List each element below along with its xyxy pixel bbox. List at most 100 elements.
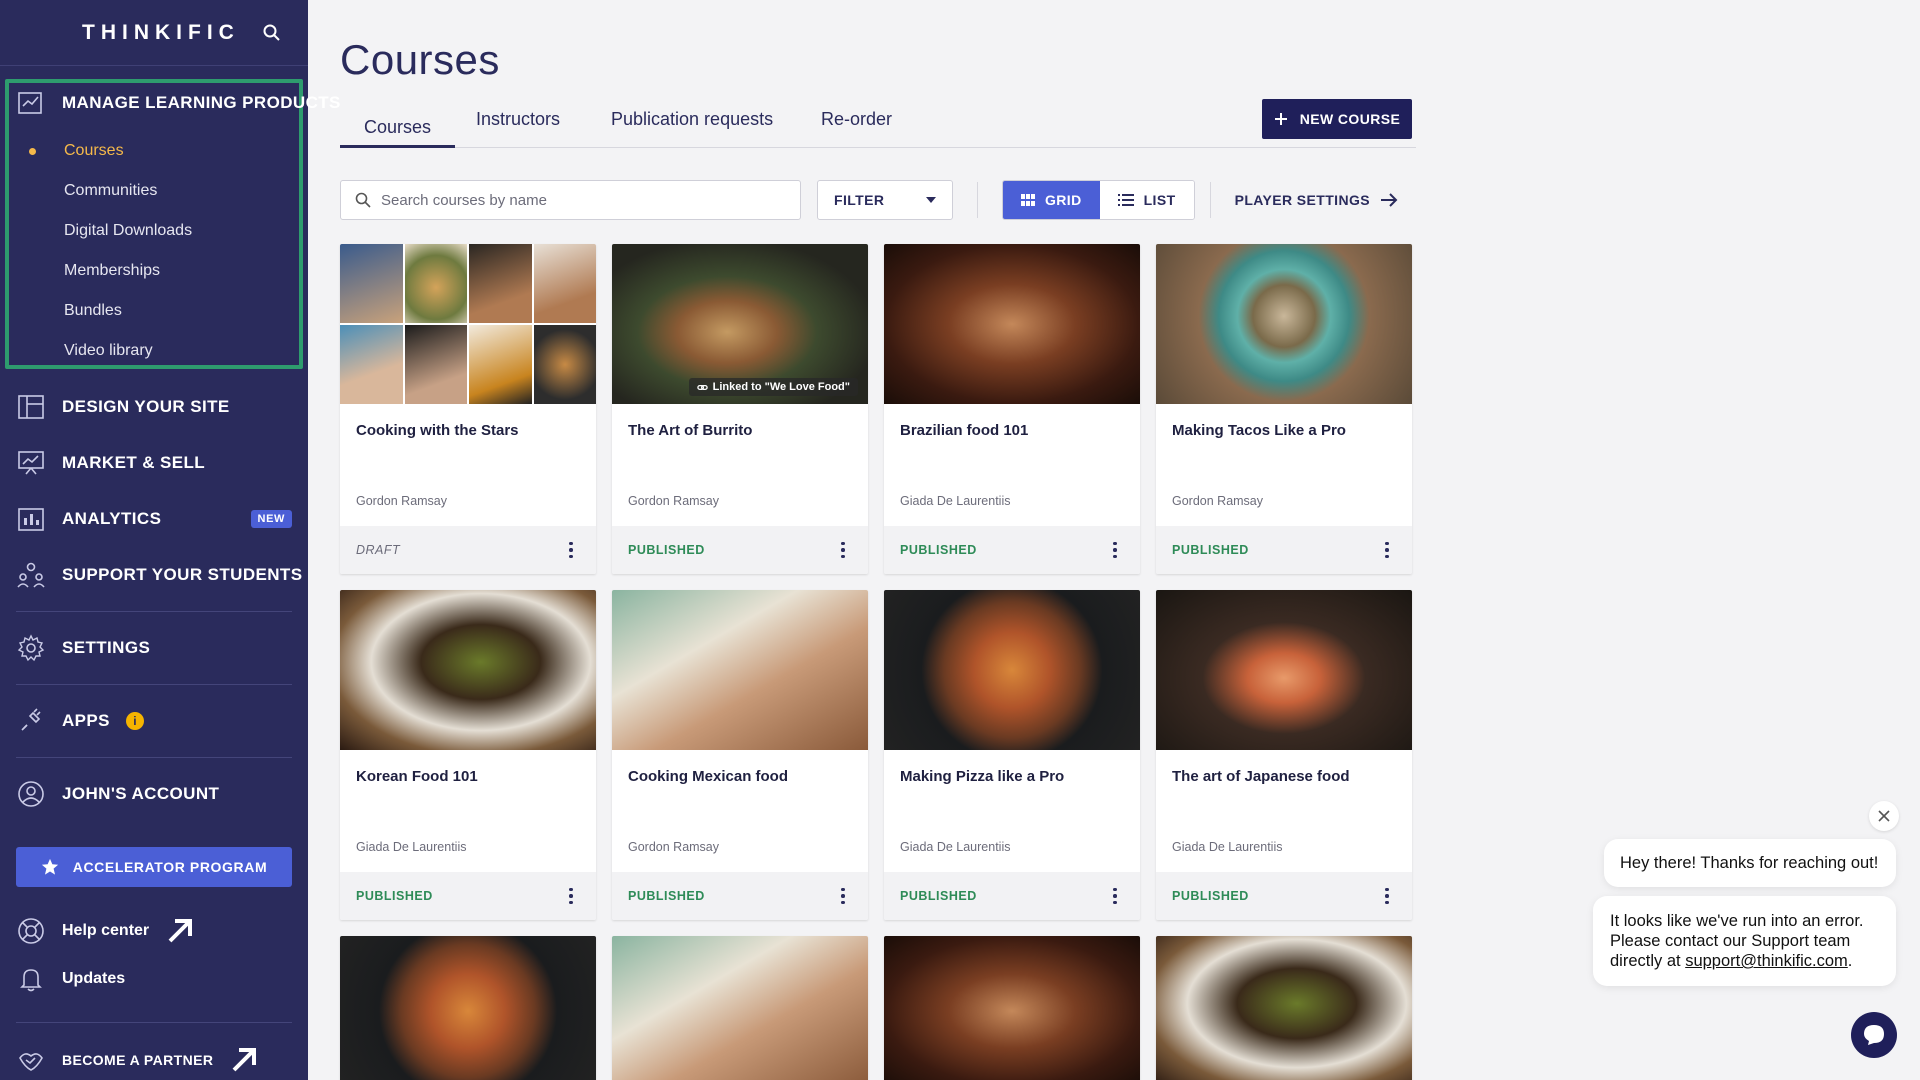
linked-chip-label: Linked to "We Love Food" xyxy=(712,381,850,393)
more-options-icon[interactable] xyxy=(834,886,852,906)
sidebar-item-bundles[interactable]: Bundles xyxy=(64,298,122,324)
more-options-icon[interactable] xyxy=(562,886,580,906)
nav-account-label: JOHN'S ACCOUNT xyxy=(62,784,220,803)
accelerator-program-button[interactable]: ACCELERATOR PROGRAM xyxy=(16,847,292,887)
user-circle-icon xyxy=(18,781,44,807)
nav-design-your-site[interactable]: DESIGN YOUR SITE xyxy=(16,387,292,427)
course-footer: PUBLISHED xyxy=(884,872,1140,920)
info-icon: i xyxy=(125,712,144,730)
status-badge: PUBLISHED xyxy=(900,543,977,557)
manage-products-icon xyxy=(18,92,42,114)
new-course-button[interactable]: NEW COURSE xyxy=(1262,99,1412,139)
plug-icon xyxy=(21,708,41,731)
chat-greeting-bubble: Hey there! Thanks for reaching out! xyxy=(1604,839,1896,887)
nav-support-students[interactable]: SUPPORT YOUR STUDENTS xyxy=(16,555,302,595)
course-card[interactable]: Making Pizza like a Pro Giada De Laurent… xyxy=(884,590,1140,920)
nav-apps[interactable]: APPS i xyxy=(16,701,292,741)
course-card[interactable]: The art of Japanese food Giada De Lauren… xyxy=(1156,590,1412,920)
player-settings-label: PLAYER SETTINGS xyxy=(1234,192,1370,208)
updates-label: Updates xyxy=(62,970,126,987)
course-footer: DRAFT xyxy=(340,526,596,574)
course-card[interactable]: Korean Food 101 Giada De Laurentiis PUBL… xyxy=(340,590,596,920)
logo-row: THINKIFIC xyxy=(0,0,308,66)
status-badge: PUBLISHED xyxy=(1172,543,1249,557)
course-card[interactable]: Brazilian food 101 Giada De Laurentiis P… xyxy=(884,244,1140,574)
more-options-icon[interactable] xyxy=(562,540,580,560)
course-title: Brazilian food 101 xyxy=(900,422,1029,439)
course-card[interactable] xyxy=(340,936,596,1080)
sidebar-item-courses[interactable]: Courses xyxy=(64,138,124,164)
course-author: Giada De Laurentiis xyxy=(1172,840,1283,854)
search-icon[interactable] xyxy=(262,23,282,43)
sidebar-item-communities[interactable]: Communities xyxy=(64,178,157,204)
course-thumbnail xyxy=(1156,936,1412,1080)
sidebar-item-memberships[interactable]: Memberships xyxy=(64,258,160,284)
course-author: Gordon Ramsay xyxy=(628,840,720,854)
thinkific-logo[interactable]: THINKIFIC xyxy=(82,21,240,45)
toolbar: FILTER GRID LIST PLAYER SETTINGS xyxy=(340,180,1416,220)
status-badge: PUBLISHED xyxy=(628,543,705,557)
arrow-right-icon xyxy=(1381,193,1398,207)
analytics-icon xyxy=(18,508,44,531)
grid-icon xyxy=(1021,194,1035,206)
filter-dropdown[interactable]: FILTER xyxy=(817,180,953,220)
sidebar-item-video-library[interactable]: Video library xyxy=(64,338,153,364)
status-badge: PUBLISHED xyxy=(900,889,977,903)
player-settings-link[interactable]: PLAYER SETTINGS xyxy=(1235,180,1398,220)
partner-label: BECOME A PARTNER xyxy=(62,1052,214,1068)
more-options-icon[interactable] xyxy=(1106,886,1124,906)
grid-view-button[interactable]: GRID xyxy=(1003,181,1100,219)
list-view-button[interactable]: LIST xyxy=(1099,181,1194,219)
course-footer: PUBLISHED xyxy=(612,526,868,574)
course-author: Giada De Laurentiis xyxy=(356,840,467,854)
nav-market-sell[interactable]: MARKET & SELL xyxy=(16,443,292,483)
gear-icon xyxy=(17,634,45,662)
tab-publication-requests[interactable]: Publication requests xyxy=(611,108,773,148)
course-card[interactable] xyxy=(884,936,1140,1080)
nav-analytics[interactable]: ANALYTICS NEW xyxy=(16,499,292,539)
grid-label: GRID xyxy=(1045,192,1082,208)
search-input[interactable] xyxy=(381,191,781,209)
status-badge: PUBLISHED xyxy=(1172,889,1249,903)
chat-launcher-button[interactable] xyxy=(1851,1012,1897,1058)
become-partner-link[interactable]: BECOME A PARTNER xyxy=(16,1045,259,1075)
sidebar-divider xyxy=(16,611,292,612)
more-options-icon[interactable] xyxy=(1378,540,1396,560)
search-box[interactable] xyxy=(340,180,801,220)
course-author: Giada De Laurentiis xyxy=(900,840,1011,854)
course-card[interactable]: Making Tacos Like a Pro Gordon Ramsay PU… xyxy=(1156,244,1412,574)
tab-courses[interactable]: Courses xyxy=(340,100,456,148)
more-options-icon[interactable] xyxy=(1378,886,1396,906)
chat-close-button[interactable] xyxy=(1869,801,1899,831)
more-options-icon[interactable] xyxy=(834,540,852,560)
filter-label: FILTER xyxy=(834,192,885,208)
course-card[interactable]: Linked to "We Love Food" The Art of Burr… xyxy=(612,244,868,574)
course-title: The Art of Burrito xyxy=(628,422,753,439)
support-email-link[interactable]: support@thinkific.com xyxy=(1685,952,1848,970)
tab-instructors[interactable]: Instructors xyxy=(476,108,560,148)
course-title: Cooking with the Stars xyxy=(356,422,519,439)
nav-analytics-label: ANALYTICS xyxy=(62,509,162,528)
sidebar: THINKIFIC MANAGE LEARNING PRODUCTS Cours… xyxy=(0,0,340,1080)
course-thumbnail xyxy=(612,936,868,1080)
course-card[interactable]: Cooking with the Stars Gordon Ramsay DRA… xyxy=(340,244,596,574)
nav-market-label: MARKET & SELL xyxy=(62,453,206,472)
course-title: Making Tacos Like a Pro xyxy=(1172,422,1346,439)
nav-settings[interactable]: SETTINGS xyxy=(16,628,292,668)
lifebuoy-icon xyxy=(18,918,44,944)
course-thumbnail: Linked to "We Love Food" xyxy=(612,244,868,404)
updates-link[interactable]: Updates xyxy=(16,964,125,994)
course-card[interactable] xyxy=(612,936,868,1080)
sidebar-item-digital-downloads[interactable]: Digital Downloads xyxy=(64,218,192,244)
course-card[interactable]: Cooking Mexican food Gordon Ramsay PUBLI… xyxy=(612,590,868,920)
more-options-icon[interactable] xyxy=(1106,540,1124,560)
help-center-label: Help center xyxy=(62,922,150,939)
nav-manage-learning-products[interactable]: MANAGE LEARNING PRODUCTS xyxy=(16,83,340,123)
nav-account[interactable]: JOHN'S ACCOUNT xyxy=(16,774,292,814)
course-footer: PUBLISHED xyxy=(1156,872,1412,920)
course-card[interactable] xyxy=(1156,936,1412,1080)
view-toggle: GRID LIST xyxy=(1002,180,1195,220)
caret-down-icon xyxy=(926,197,936,203)
tab-re-order[interactable]: Re-order xyxy=(821,108,892,148)
help-center-link[interactable]: Help center xyxy=(16,916,195,946)
